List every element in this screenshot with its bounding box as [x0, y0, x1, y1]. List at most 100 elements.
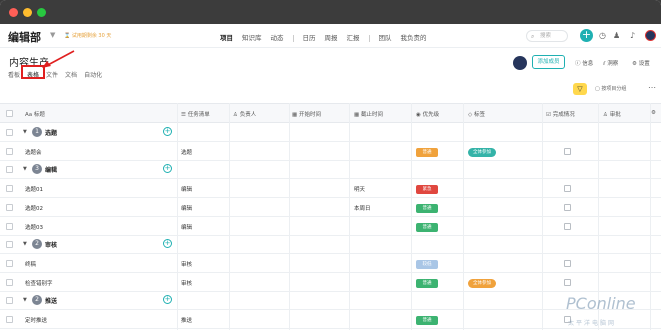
col-priority[interactable]: ◉ 优先级	[416, 110, 439, 118]
priority-badge[interactable]: 普通	[416, 147, 438, 157]
table-row[interactable]: 定时推送 推送 普通	[0, 311, 661, 329]
task-due[interactable]: 本周日	[354, 204, 371, 212]
task-list[interactable]: 编辑	[181, 223, 192, 231]
task-list[interactable]: 选题	[181, 148, 192, 156]
close-window-button[interactable]	[9, 8, 18, 17]
priority-badge[interactable]: 较低	[416, 259, 438, 269]
nav-mine[interactable]: 我负责的	[401, 34, 427, 42]
task-title[interactable]: 选题02	[25, 204, 43, 212]
group-row[interactable]: ▼ 2 审核 +	[0, 236, 661, 255]
chevron-down-icon[interactable]: ▼	[50, 31, 55, 39]
chevron-down-icon[interactable]: ▼	[23, 297, 27, 303]
done-checkbox[interactable]	[564, 278, 571, 286]
chevron-down-icon[interactable]: ▼	[23, 129, 27, 135]
maximize-window-button[interactable]	[37, 8, 46, 17]
search-input[interactable]: ⌕ 搜索	[526, 30, 568, 42]
add-task-icon[interactable]: +	[163, 164, 172, 174]
insight-button[interactable]: ⫽ 洞察	[603, 59, 618, 68]
nav-weekly[interactable]: 周报	[325, 34, 338, 42]
member-avatar[interactable]	[513, 56, 527, 70]
info-button[interactable]: ⓘ 信息	[575, 59, 593, 67]
row-checkbox[interactable]	[6, 147, 13, 155]
task-due[interactable]: 明天	[354, 185, 365, 193]
col-assignee[interactable]: ♙ 负责人	[233, 110, 256, 118]
row-checkbox[interactable]	[6, 185, 13, 193]
priority-badge[interactable]: 普通	[416, 222, 438, 232]
priority-badge[interactable]: 普通	[416, 316, 438, 325]
add-task-icon[interactable]: +	[163, 239, 172, 249]
nav-team[interactable]: 团队	[379, 34, 392, 42]
add-member-button[interactable]: 添加成员	[532, 55, 565, 69]
task-list[interactable]: 编辑	[181, 185, 192, 193]
task-list[interactable]: 推送	[181, 316, 192, 324]
more-icon[interactable]: ⋯	[648, 83, 656, 92]
table-row[interactable]: 选题会 选题 普通 全体参加	[0, 143, 661, 161]
chevron-down-icon[interactable]: ▼	[23, 166, 27, 172]
group-row[interactable]: ▼ 1 选题 +	[0, 124, 661, 142]
tab-docs[interactable]: 文档	[65, 72, 77, 79]
chevron-down-icon[interactable]: ▼	[23, 241, 27, 247]
done-checkbox[interactable]	[564, 222, 571, 230]
priority-badge[interactable]: 紧急	[416, 185, 438, 195]
filter-icon[interactable]: ▽	[573, 83, 587, 95]
add-task-icon[interactable]: +	[163, 295, 172, 305]
tag-badge[interactable]: 全体参加	[468, 147, 496, 157]
nav-calendar[interactable]: 日历	[303, 34, 316, 42]
table-row[interactable]: 选题03 编辑 普通	[0, 218, 661, 236]
clock-icon[interactable]: ◷	[599, 31, 606, 40]
group-row[interactable]: ▼ 3 编辑 +	[0, 161, 661, 180]
column-settings-icon[interactable]: ⚙	[651, 110, 656, 116]
task-list[interactable]: 审核	[181, 279, 192, 287]
bell-icon[interactable]: ♪	[630, 31, 635, 40]
table-row[interactable]: 选题01 编辑 明天 紧急	[0, 180, 661, 199]
done-checkbox[interactable]	[564, 259, 571, 267]
row-checkbox[interactable]	[6, 297, 13, 305]
col-start[interactable]: ▦ 开始时间	[292, 110, 321, 118]
task-list[interactable]: 审核	[181, 260, 192, 268]
group-by-button[interactable]: ▢ 按项目分组	[595, 85, 626, 92]
row-checkbox[interactable]	[6, 203, 13, 211]
table-row[interactable]: 终稿 审核 较低	[0, 255, 661, 273]
col-done[interactable]: ☑ 完成情况	[546, 110, 575, 118]
task-title[interactable]: 选题01	[25, 185, 43, 193]
tab-kanban[interactable]: 看板	[8, 72, 20, 79]
done-checkbox[interactable]	[564, 203, 571, 211]
tab-automation[interactable]: 自动化	[84, 72, 102, 79]
done-checkbox[interactable]	[564, 185, 571, 193]
nav-report[interactable]: 汇报	[347, 34, 360, 42]
col-title[interactable]: Aa 标题	[25, 110, 45, 118]
row-checkbox[interactable]	[6, 259, 13, 267]
nav-activity[interactable]: 动态	[271, 34, 284, 42]
row-checkbox[interactable]	[6, 166, 13, 174]
group-row[interactable]: ▼ 2 推送 +	[0, 292, 661, 311]
select-all-checkbox[interactable]	[6, 110, 13, 117]
task-title[interactable]: 检查错别字	[25, 279, 53, 287]
task-title[interactable]: 选题03	[25, 223, 43, 231]
avatar[interactable]	[645, 30, 656, 41]
task-title[interactable]: 选题会	[25, 148, 42, 156]
row-checkbox[interactable]	[6, 241, 13, 249]
task-list[interactable]: 编辑	[181, 204, 192, 212]
priority-badge[interactable]: 普通	[416, 278, 438, 288]
add-task-icon[interactable]: +	[163, 127, 172, 136]
tag-badge[interactable]: 全体参加	[468, 278, 496, 288]
user-icon[interactable]: ♟	[613, 31, 620, 40]
task-title[interactable]: 终稿	[25, 260, 36, 268]
col-list[interactable]: ☰ 任务清单	[181, 110, 210, 118]
col-due[interactable]: ▦ 截止时间	[354, 110, 383, 118]
row-checkbox[interactable]	[6, 129, 13, 136]
table-row[interactable]: 选题02 编辑 本周日 普通	[0, 199, 661, 217]
priority-badge[interactable]: 普通	[416, 203, 438, 213]
minimize-window-button[interactable]	[23, 8, 32, 17]
row-checkbox[interactable]	[6, 222, 13, 230]
row-checkbox[interactable]	[6, 278, 13, 286]
tab-files[interactable]: 文件	[46, 72, 58, 79]
workspace-name[interactable]: 编辑部	[8, 29, 41, 45]
col-approval[interactable]: ♙ 审批	[603, 110, 621, 118]
nav-project[interactable]: 项目	[220, 34, 233, 42]
done-checkbox[interactable]	[564, 147, 571, 155]
task-title[interactable]: 定时推送	[25, 316, 47, 324]
add-button[interactable]: +	[580, 29, 593, 42]
col-tags[interactable]: ◇ 标签	[468, 110, 485, 118]
row-checkbox[interactable]	[6, 316, 13, 323]
